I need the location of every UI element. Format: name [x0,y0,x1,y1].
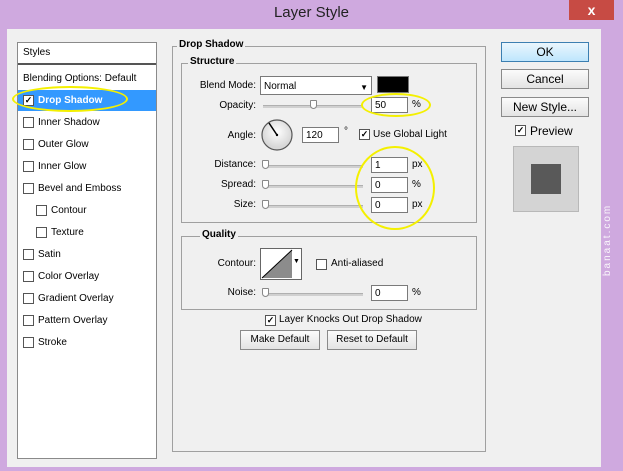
style-item-satin[interactable]: Satin [18,244,156,265]
size-slider-track[interactable] [263,205,363,208]
size-label: Size: [233,199,256,210]
style-item-label: Pattern Overlay [38,315,108,326]
blend-mode-select[interactable]: Normal ▼ [260,76,372,95]
style-item-checkbox[interactable] [23,337,34,348]
style-item-label: Contour [51,205,87,216]
style-item-label: Inner Glow [38,161,87,172]
use-global-light-checkbox[interactable]: ✓ [359,129,370,140]
make-default-button[interactable]: Make Default [240,330,320,350]
highlight-distance-spread-size [355,146,435,230]
style-item-checkbox[interactable] [23,117,34,128]
style-item-checkbox[interactable] [23,183,34,194]
opacity-slider-thumb[interactable] [310,100,317,109]
noise-input[interactable]: 0 [371,285,408,301]
watermark: banaat.com [602,203,613,276]
styles-list-header[interactable]: Styles [18,43,156,65]
noise-unit: % [412,287,421,298]
noise-slider-thumb[interactable] [262,288,269,297]
style-item-stroke[interactable]: Stroke [18,332,156,353]
style-item-label: Texture [51,227,84,238]
style-item-checkbox[interactable] [23,139,34,150]
style-item-label: Outer Glow [38,139,89,150]
style-item-pattern-overlay[interactable]: Pattern Overlay [18,310,156,331]
angle-input[interactable]: 120 [302,127,339,143]
angle-unit: ° [344,126,348,137]
anti-aliased-checkbox[interactable] [316,259,327,270]
style-item-label: Bevel and Emboss [38,183,122,194]
blend-mode-label: Blend Mode: [199,80,256,91]
angle-label: Angle: [227,130,256,141]
noise-slider-track[interactable] [263,293,363,296]
style-item-label: Gradient Overlay [38,293,114,304]
style-item-label: Stroke [38,337,67,348]
quality-group [181,236,477,310]
style-item-gradient-overlay[interactable]: Gradient Overlay [18,288,156,309]
knocks-out-label: Layer Knocks Out Drop Shadow [279,314,422,325]
style-item-checkbox[interactable] [23,161,34,172]
style-item-color-overlay[interactable]: Color Overlay [18,266,156,287]
style-item-checkbox[interactable] [36,205,47,216]
style-item-inner-glow[interactable]: Inner Glow [18,156,156,177]
preview-thumbnail [513,146,579,212]
style-item-checkbox[interactable] [23,315,34,326]
quality-title: Quality [200,229,238,240]
spread-label: Spread: [220,179,256,190]
contour-label: Contour: [217,258,256,269]
highlight-drop-shadow [12,86,128,112]
new-style-button[interactable]: New Style... [501,97,589,117]
size-slider-thumb[interactable] [262,200,269,209]
contour-picker[interactable]: ▼ [260,248,302,280]
distance-label: Distance: [214,159,256,170]
preview-square [531,164,561,194]
distance-slider-track[interactable] [263,165,363,168]
style-item-checkbox[interactable] [23,249,34,260]
close-icon: x [587,2,596,18]
contour-chevron-down-icon: ▼ [293,258,300,265]
reset-to-default-button[interactable]: Reset to Default [327,330,417,350]
angle-dial[interactable] [260,118,294,152]
opacity-label: Opacity: [219,100,256,111]
style-item-label: Color Overlay [38,271,100,282]
style-item-label: Satin [38,249,61,260]
window-title: Layer Style [273,4,350,21]
style-item-texture[interactable]: Texture [18,222,156,243]
ok-button[interactable]: OK [501,42,589,62]
style-item-checkbox[interactable] [36,227,47,238]
style-item-checkbox[interactable] [23,271,34,282]
structure-title: Structure [188,56,237,67]
cancel-button[interactable]: Cancel [501,69,589,89]
close-button[interactable]: x [569,0,614,20]
style-item-label: Inner Shadow [38,117,100,128]
shadow-color-swatch[interactable] [377,76,409,93]
knocks-out-checkbox[interactable]: ✓ [265,315,276,326]
noise-label: Noise: [227,287,256,298]
preview-label: Preview [530,124,573,138]
style-item-bevel-and-emboss[interactable]: Bevel and Emboss [18,178,156,199]
style-item-outer-glow[interactable]: Outer Glow [18,134,156,155]
use-global-light-label: Use Global Light [373,129,447,140]
highlight-opacity [361,93,431,117]
style-item-contour[interactable]: Contour [18,200,156,221]
style-item-checkbox[interactable] [23,293,34,304]
chevron-down-icon: ▼ [360,83,368,92]
distance-slider-thumb[interactable] [262,160,269,169]
drop-shadow-title: Drop Shadow [177,39,246,50]
style-item-inner-shadow[interactable]: Inner Shadow [18,112,156,133]
spread-slider-track[interactable] [263,185,363,188]
spread-slider-thumb[interactable] [262,180,269,189]
preview-checkbox[interactable]: ✓ [515,125,526,136]
anti-aliased-label: Anti-aliased [331,258,384,269]
